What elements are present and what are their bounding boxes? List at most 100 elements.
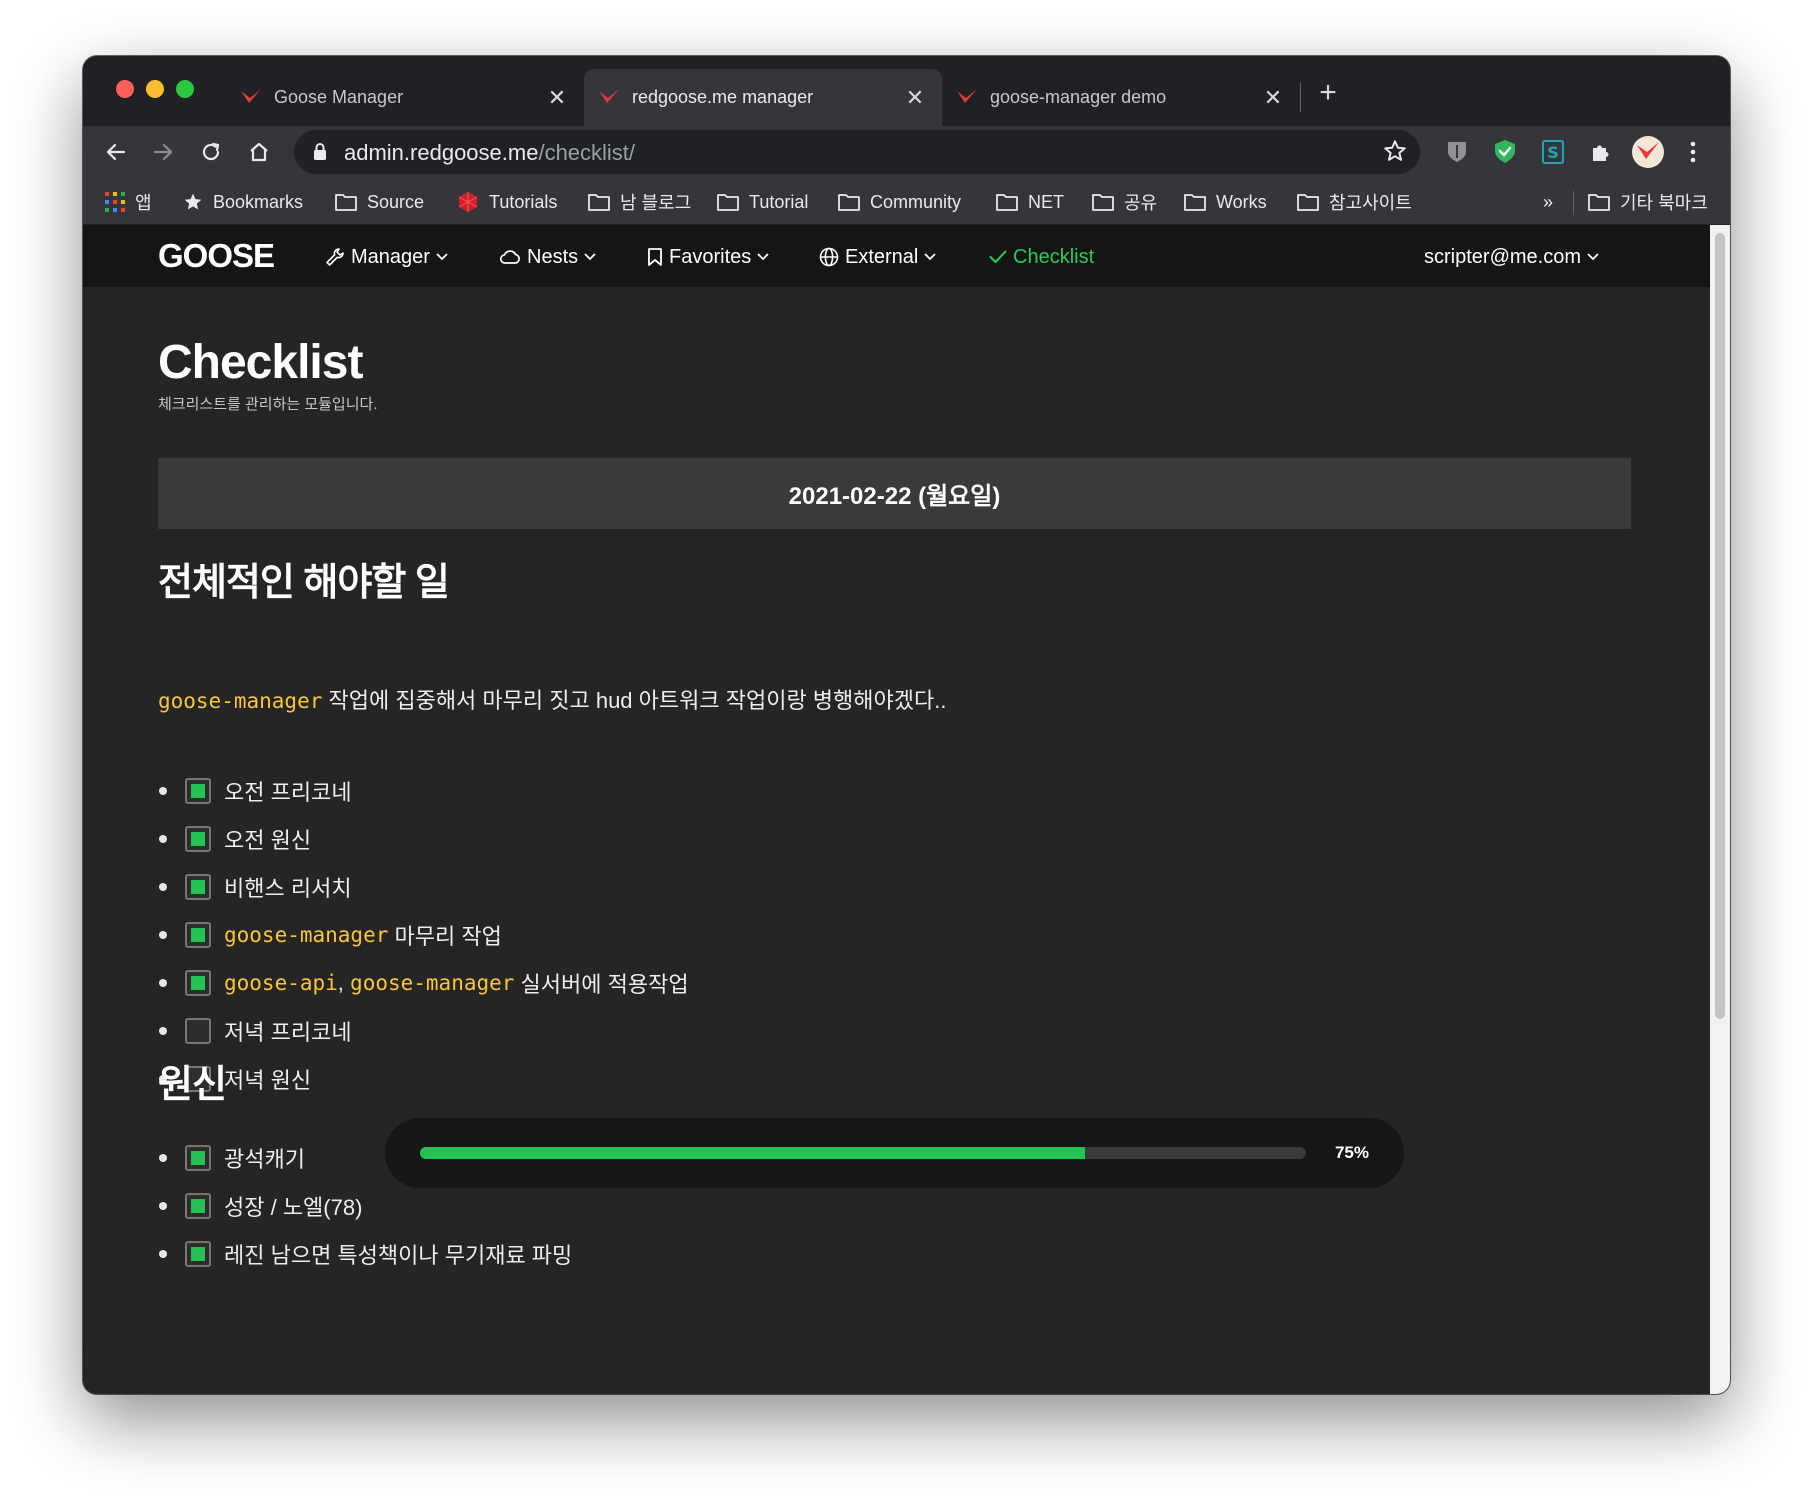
- scrollbar-thumb[interactable]: [1715, 233, 1725, 1019]
- bookmark-apps[interactable]: 앱: [105, 189, 152, 215]
- bookmark-net[interactable]: NET: [996, 189, 1064, 215]
- reload-button[interactable]: [192, 133, 230, 171]
- checkbox-checked[interactable]: [185, 970, 211, 996]
- browser-window: Goose Manager ✕ redgoose.me manager ✕ go…: [83, 56, 1730, 1394]
- bookmark-source[interactable]: Source: [335, 189, 424, 215]
- wrench-icon: [326, 248, 344, 266]
- globe-icon: [819, 247, 839, 267]
- nav-external[interactable]: External: [819, 243, 937, 271]
- bookmarks-divider: [1573, 191, 1574, 215]
- list-item: 저녁 프리코네: [158, 1007, 689, 1055]
- checkbox-checked[interactable]: [185, 922, 211, 948]
- chevron-down-icon: [757, 253, 769, 261]
- url-text: admin.redgoose.me/checklist/: [344, 140, 636, 165]
- browser-menu-icon[interactable]: [1677, 136, 1709, 168]
- svg-text:S: S: [1547, 143, 1559, 162]
- tab-strip: Goose Manager ✕ redgoose.me manager ✕ go…: [83, 56, 1730, 126]
- chevron-down-icon: [584, 253, 596, 261]
- bitwarden-extension-icon[interactable]: [1441, 136, 1473, 168]
- browser-toolbar: admin.redgoose.me/checklist/ S: [83, 126, 1730, 179]
- checkbox-unchecked[interactable]: [185, 1018, 211, 1044]
- bookmark-community[interactable]: Community: [838, 189, 961, 215]
- date-header: 2021-02-22 (월요일): [158, 458, 1631, 529]
- close-window-button[interactable]: [116, 80, 134, 98]
- checkbox-checked[interactable]: [185, 778, 211, 804]
- tab-redgoose-manager[interactable]: redgoose.me manager ✕: [584, 69, 942, 126]
- back-button[interactable]: [97, 133, 135, 171]
- nav-nests[interactable]: Nests: [499, 243, 596, 271]
- tab-title: redgoose.me manager: [632, 87, 814, 107]
- checkbox-checked[interactable]: [185, 874, 211, 900]
- reload-icon: [202, 142, 220, 161]
- folder-icon: [838, 194, 860, 211]
- page-viewport: GOOSE Manager Nests Favorites External C…: [83, 225, 1710, 1394]
- bookmark-works[interactable]: Works: [1184, 189, 1267, 215]
- bookmark-blog[interactable]: 남 블로그: [588, 189, 691, 215]
- maximize-window-button[interactable]: [176, 80, 194, 98]
- bullet-icon: [159, 787, 167, 795]
- folder-icon: [1092, 194, 1114, 211]
- chevron-down-icon: [1587, 253, 1599, 261]
- bookmark-other[interactable]: 기타 북마크: [1588, 189, 1708, 215]
- forward-button[interactable]: [144, 133, 182, 171]
- address-bar[interactable]: admin.redgoose.me/checklist/: [294, 130, 1420, 174]
- home-button[interactable]: [240, 133, 278, 171]
- chevron-down-icon: [436, 253, 448, 261]
- nav-favorites[interactable]: Favorites: [647, 243, 769, 271]
- bookmarks-bar: 앱 Bookmarks Source Tutorials 남 블로그 Tutor…: [83, 179, 1730, 225]
- star-icon: [184, 193, 202, 210]
- puzzle-extensions-icon[interactable]: [1585, 136, 1617, 168]
- list-item: 성장 / 노엘(78): [158, 1182, 572, 1230]
- todo-list: 오전 프리코네 오전 원신 비핸스 리서치 goose-manager 마무리 …: [158, 767, 689, 1103]
- list-item: goose-api, goose-manager 실서버에 적용작업: [158, 959, 689, 1007]
- bookmark-reference-sites[interactable]: 참고사이트: [1297, 189, 1412, 215]
- tab-close-icon[interactable]: ✕: [904, 85, 926, 110]
- site-logo[interactable]: GOOSE: [158, 237, 275, 275]
- bookmarks-overflow-button[interactable]: »: [1543, 189, 1553, 215]
- stylus-extension-icon[interactable]: S: [1537, 136, 1569, 168]
- user-menu[interactable]: scripter@me.com: [1424, 243, 1599, 271]
- tab-goose-manager[interactable]: Goose Manager ✕: [226, 69, 584, 126]
- bookmark-bookmarks[interactable]: Bookmarks: [183, 189, 303, 215]
- profile-avatar-icon[interactable]: [1630, 134, 1666, 170]
- cloud-icon: [499, 250, 520, 264]
- bookmark-tutorial[interactable]: Tutorial: [717, 189, 808, 215]
- minimize-window-button[interactable]: [146, 80, 164, 98]
- tab-goose-manager-demo[interactable]: goose-manager demo ✕: [942, 69, 1300, 126]
- checkbox-checked[interactable]: [185, 1193, 211, 1219]
- bullet-icon: [159, 931, 167, 939]
- list-item: 비핸스 리서치: [158, 863, 689, 911]
- checkbox-checked[interactable]: [185, 1145, 211, 1171]
- folder-icon: [1588, 194, 1610, 211]
- inline-code: goose-manager: [158, 689, 323, 713]
- list-item: 오전 프리코네: [158, 767, 689, 815]
- bullet-icon: [159, 1027, 167, 1035]
- lock-icon: [314, 143, 326, 160]
- nav-manager[interactable]: Manager: [325, 243, 448, 271]
- inline-code: goose-manager: [224, 923, 389, 947]
- bookmark-icon: [648, 248, 662, 266]
- bookmark-share[interactable]: 공유: [1092, 189, 1157, 215]
- checkbox-checked[interactable]: [185, 826, 211, 852]
- new-tab-button[interactable]: +: [1311, 76, 1345, 110]
- page-scrollbar[interactable]: [1710, 225, 1730, 1394]
- tab-close-icon[interactable]: ✕: [1262, 85, 1284, 110]
- nav-checklist[interactable]: Checklist: [989, 243, 1094, 271]
- bookmark-star-icon[interactable]: [1382, 138, 1408, 164]
- bullet-icon: [159, 979, 167, 987]
- shield-extension-icon[interactable]: [1489, 136, 1521, 168]
- list-item: 오전 원신: [158, 815, 689, 863]
- tab-close-icon[interactable]: ✕: [546, 85, 568, 110]
- section-heading-genshin: 원신: [158, 1064, 227, 1106]
- list-item: goose-manager 마무리 작업: [158, 911, 689, 959]
- checkbox-checked[interactable]: [185, 1241, 211, 1267]
- progress-fill: [420, 1147, 1085, 1159]
- tab-title: goose-manager demo: [990, 87, 1167, 107]
- inline-code: goose-api: [224, 971, 338, 995]
- progress-panel: 75%: [385, 1118, 1404, 1188]
- bookmark-tutorials[interactable]: Tutorials: [457, 189, 557, 215]
- goose-favicon-icon: [957, 89, 977, 103]
- inline-code: goose-manager: [350, 971, 515, 995]
- tab-divider: [1300, 82, 1301, 112]
- progress-percent: 75%: [1334, 1143, 1369, 1162]
